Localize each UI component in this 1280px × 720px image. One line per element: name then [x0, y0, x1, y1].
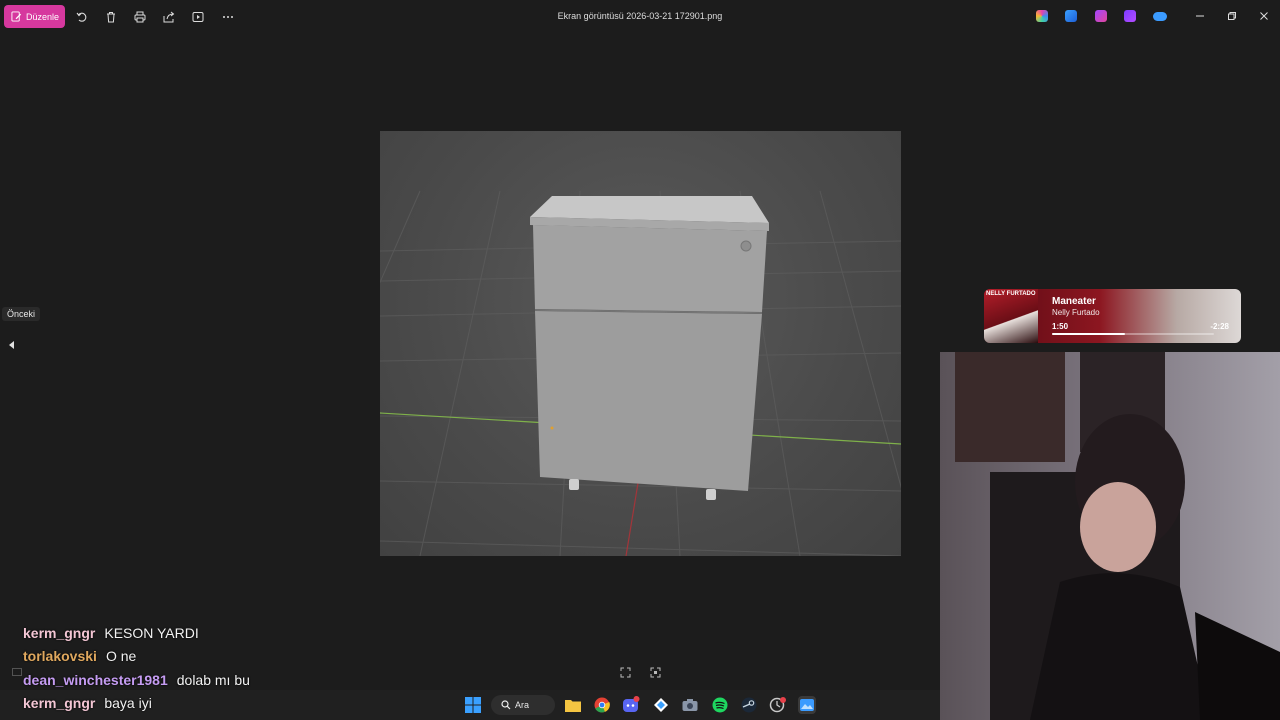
- album-cover: NELLY FURTADO: [984, 289, 1038, 343]
- search-label: Ara: [515, 700, 530, 710]
- clipchamp-icon[interactable]: [1095, 10, 1107, 22]
- restore-button[interactable]: [1224, 8, 1240, 24]
- chat-message: kerm_gngr baya iyi: [23, 692, 443, 716]
- progress-fill: [1052, 333, 1125, 335]
- track-title: Maneater: [1052, 296, 1096, 307]
- album-cover-text: NELLY FURTADO: [986, 291, 1036, 297]
- chat-message: kerm_gngr KESON YARDI: [23, 621, 443, 645]
- photos-icon[interactable]: [798, 696, 816, 714]
- cabinet-render-image: [380, 190, 901, 556]
- chrome-icon[interactable]: [593, 696, 611, 714]
- spotify-icon[interactable]: [711, 696, 729, 714]
- track-artist: Nelly Furtado: [1052, 308, 1100, 317]
- previous-tooltip: Önceki: [2, 307, 41, 321]
- progress-track[interactable]: [1052, 333, 1214, 335]
- video-editor-icon[interactable]: [1124, 10, 1136, 22]
- chat-username: torlakovski: [23, 648, 97, 665]
- webcam-overlay: [940, 352, 1280, 720]
- taskbar-search[interactable]: Ara: [491, 695, 555, 715]
- chat-message: dean_winchester1981 dolab mı bu: [23, 668, 443, 692]
- chat-overlay: kerm_gngr KESON YARDI torlakovski O ne d…: [23, 621, 443, 715]
- steam-icon[interactable]: [740, 696, 758, 714]
- title-bar: Düzenle Ekran görüntüsü 2026-03-21 17290…: [0, 0, 1280, 34]
- windows-start-icon[interactable]: [464, 696, 482, 714]
- actual-size-icon[interactable]: [647, 664, 663, 680]
- elapsed-time: 1:50: [1052, 322, 1069, 331]
- chat-message: torlakovski O ne: [23, 645, 443, 669]
- remaining-time: -2:28: [1210, 322, 1229, 331]
- app-icon[interactable]: [769, 696, 787, 714]
- chevron-left-icon: [9, 341, 14, 349]
- onedrive-icon[interactable]: [1153, 12, 1167, 21]
- camera-icon[interactable]: [681, 696, 699, 714]
- image-info-bar: [12, 666, 22, 678]
- chat-username: dean_winchester1981: [23, 671, 168, 688]
- media-player-popup[interactable]: NELLY FURTADO Maneater Nelly Furtado 1:5…: [984, 289, 1241, 343]
- file-title: Ekran görüntüsü 2026-03-21 172901.png: [557, 11, 723, 21]
- search-icon: [501, 700, 511, 710]
- chat-text: dolab mı bu: [176, 671, 250, 688]
- chat-text: O ne: [105, 648, 137, 665]
- chat-text: KESON YARDI: [104, 624, 199, 641]
- app-icon[interactable]: [652, 696, 670, 714]
- minimize-button[interactable]: [1192, 8, 1208, 24]
- discord-icon[interactable]: [622, 696, 640, 714]
- copilot-icon[interactable]: [1036, 10, 1048, 22]
- fit-screen-icon[interactable]: [617, 664, 633, 680]
- close-button[interactable]: [1256, 8, 1272, 24]
- chat-username: kerm_gngr: [23, 624, 96, 641]
- webcam-image: [940, 352, 1280, 720]
- chat-username: kerm_gngr: [23, 695, 96, 712]
- chat-text: baya iyi: [104, 695, 152, 712]
- previous-button[interactable]: [4, 335, 20, 355]
- paint-icon[interactable]: [1065, 10, 1077, 22]
- image-canvas[interactable]: [380, 131, 901, 556]
- file-explorer-icon[interactable]: [564, 696, 582, 714]
- info-icon: [12, 668, 22, 676]
